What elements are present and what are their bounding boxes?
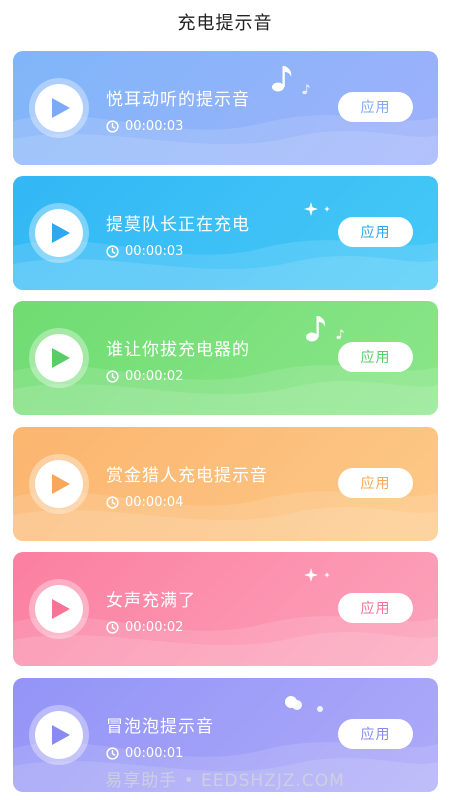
- sparkle-icon: [304, 201, 332, 221]
- duration-text: 00:00:03: [125, 119, 184, 134]
- header: 充电提示音: [0, 0, 450, 44]
- apply-button[interactable]: 应用: [338, 342, 413, 372]
- duration-text: 00:00:01: [125, 746, 184, 761]
- page-title: 充电提示音: [177, 13, 273, 34]
- clock-icon: [106, 245, 119, 258]
- ringtone-title: 悦耳动听的提示音: [106, 90, 250, 110]
- play-icon: [52, 474, 70, 494]
- clock-icon: [106, 496, 119, 509]
- apply-button[interactable]: 应用: [338, 92, 413, 122]
- play-icon: [52, 725, 70, 745]
- duration-row: 00:00:02: [106, 620, 183, 635]
- apply-button[interactable]: 应用: [338, 217, 413, 247]
- bubbles-icon: [284, 694, 326, 718]
- duration-text: 00:00:02: [125, 369, 184, 384]
- ringtone-card[interactable]: 女声充满了 00:00:02 应用: [13, 552, 438, 666]
- play-icon: [52, 98, 70, 118]
- clock-icon: [106, 621, 119, 634]
- ringtone-title: 女声充满了: [106, 591, 196, 611]
- play-button[interactable]: [35, 711, 83, 759]
- play-icon: [52, 599, 70, 619]
- music-note-icon: [302, 80, 311, 99]
- duration-text: 00:00:03: [125, 244, 184, 259]
- duration-row: 00:00:03: [106, 244, 183, 259]
- ringtone-card[interactable]: 悦耳动听的提示音 00:00:03 应用: [13, 51, 438, 165]
- ringtone-card[interactable]: 提莫队长正在充电 00:00:03 应用: [13, 176, 438, 290]
- watermark: 易享助手 • EEDSHZJZ.COM: [105, 771, 345, 791]
- ringtone-title: 冒泡泡提示音: [106, 717, 214, 737]
- apply-button[interactable]: 应用: [338, 468, 413, 498]
- play-button[interactable]: [35, 460, 83, 508]
- ringtone-title: 提莫队长正在充电: [106, 215, 250, 235]
- ringtone-card[interactable]: 谁让你拔充电器的 00:00:02 应用: [13, 301, 438, 415]
- apply-button[interactable]: 应用: [338, 593, 413, 623]
- ringtone-card[interactable]: 赏金猎人充电提示音 00:00:04 应用: [13, 427, 438, 541]
- ringtone-title: 赏金猎人充电提示音: [106, 466, 268, 486]
- apply-button[interactable]: 应用: [338, 719, 413, 749]
- duration-row: 00:00:04: [106, 495, 183, 510]
- clock-icon: [106, 120, 119, 133]
- play-icon: [52, 348, 70, 368]
- ringtone-title: 谁让你拔充电器的: [106, 340, 250, 360]
- play-button[interactable]: [35, 209, 83, 257]
- play-button[interactable]: [35, 84, 83, 132]
- duration-text: 00:00:02: [125, 620, 184, 635]
- duration-text: 00:00:04: [125, 495, 184, 510]
- duration-row: 00:00:03: [106, 119, 183, 134]
- clock-icon: [106, 370, 119, 383]
- duration-row: 00:00:02: [106, 369, 183, 384]
- play-icon: [52, 223, 70, 243]
- music-note-icon: [271, 63, 295, 97]
- duration-row: 00:00:01: [106, 746, 183, 761]
- sparkle-icon: [304, 567, 332, 587]
- clock-icon: [106, 747, 119, 760]
- play-button[interactable]: [35, 334, 83, 382]
- music-note-icon: [305, 313, 329, 347]
- play-button[interactable]: [35, 585, 83, 633]
- music-note-icon: [336, 325, 345, 344]
